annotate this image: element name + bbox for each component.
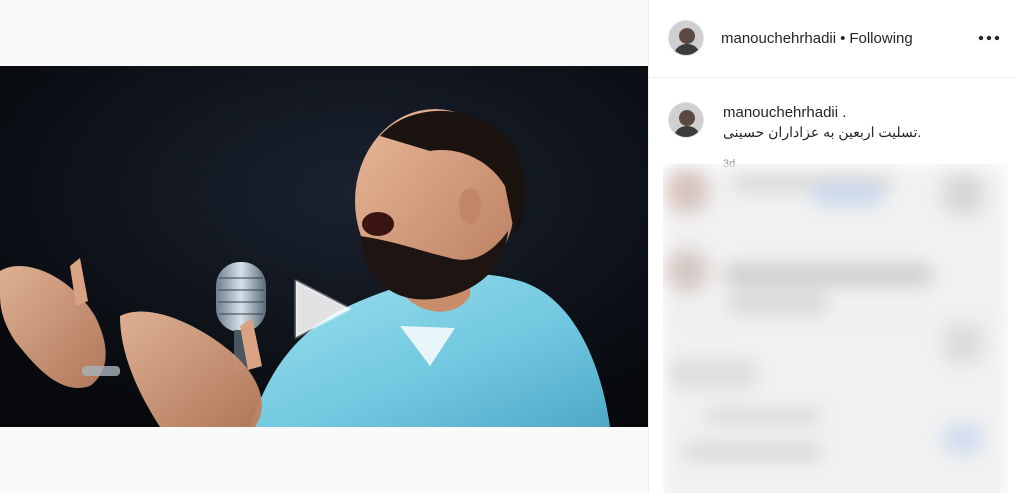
comments-blurred-overlay [663,164,1008,493]
separator-dot: • [840,30,846,47]
video-frame [0,66,648,427]
caption-text: تسلیت اربعین به عزاداران حسینی. [723,124,922,140]
following-button[interactable]: Following [849,30,912,47]
post-side-panel: manouchehrhadii • Following manouchehrhadi… [648,0,1015,493]
avatar[interactable] [668,20,704,56]
caption-username[interactable]: manouchehrhadii . [723,104,846,121]
media-column [0,0,648,493]
play-icon[interactable] [286,273,358,345]
post-header: manouchehrhadii • Following [649,0,1015,78]
instagram-post-view: manouchehrhadii • Following manouchehrhadi… [0,0,1015,493]
more-options-icon[interactable] [976,28,1002,48]
post-header-user: manouchehrhadii • Following [721,30,913,47]
caption-avatar[interactable] [668,102,704,138]
video-player[interactable] [0,66,648,427]
username-link[interactable]: manouchehrhadii [721,30,836,47]
avatar-image [669,103,703,137]
avatar-image [669,21,703,55]
